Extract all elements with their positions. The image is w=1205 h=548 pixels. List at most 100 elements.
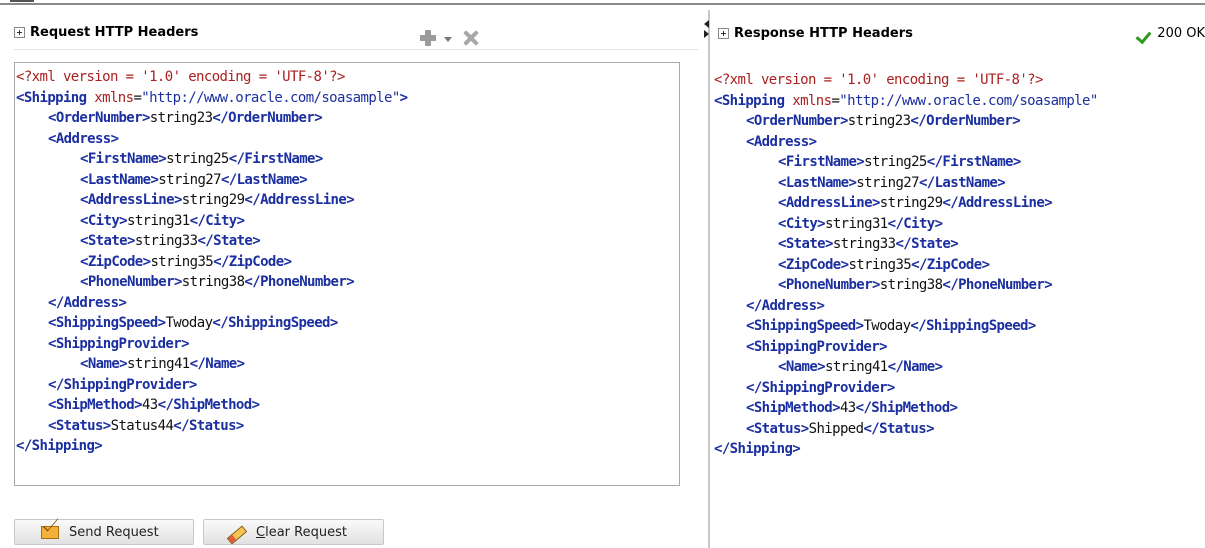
xml-token-tag: </LastName> (918, 174, 1006, 191)
xml-token-tag: <Status> (48, 417, 111, 434)
xml-token-tag: <ShippingProvider> (48, 335, 190, 352)
xml-line: <LastName>string27</LastName> (714, 173, 1205, 194)
request-header-bar[interactable]: Request HTTP Headers (14, 16, 698, 50)
xml-line: <LastName>string27</LastName> (16, 170, 679, 191)
xml-token-tag: </OrderNumber> (212, 110, 323, 126)
xml-token-text: Twoday (165, 315, 213, 331)
xml-token-tag: </State> (895, 236, 959, 252)
xml-line: <Status>Shipped</Status> (714, 419, 1205, 440)
xml-line: <City>string31</City> (16, 211, 679, 232)
check-icon (1137, 27, 1153, 41)
xml-token-val: "http://www.oracle.com/soasample" (141, 89, 400, 106)
xml-token-text: string25 (166, 151, 229, 167)
xml-line: <ShippingSpeed>Twoday</ShippingSpeed> (16, 313, 679, 334)
xml-token-tag: </ShippingSpeed> (212, 315, 338, 331)
xml-token-tag: </Name> (887, 359, 943, 375)
clear-request-button[interactable]: Clear Request (203, 519, 384, 545)
xml-line: <ShipMethod>43</ShipMethod> (16, 395, 679, 416)
xml-token-tag: <LastName> (80, 171, 159, 188)
response-header-title[interactable]: Response HTTP Headers (734, 26, 913, 41)
xml-token-tag: </Shipping> (714, 441, 801, 457)
xml-token-tag: <ShippingSpeed> (746, 318, 864, 334)
xml-token-tag: </PhoneNumber> (942, 277, 1053, 293)
xml-line: <ZipCode>string35</ZipCode> (16, 252, 679, 273)
close-icon[interactable] (462, 29, 480, 47)
response-header-bar[interactable]: Response HTTP Headers 200 OK (718, 16, 1205, 50)
request-xml-editor[interactable]: <?xml version = '1.0' encoding = 'UTF-8'… (14, 62, 680, 486)
xml-token-text: string27 (856, 174, 919, 191)
xml-token-tag: </ZipCode> (911, 256, 990, 273)
xml-token-text: string41 (824, 359, 888, 375)
xml-token-tag: </OrderNumber> (910, 113, 1021, 129)
xml-line: </Address> (714, 296, 1205, 317)
expand-icon[interactable] (718, 27, 729, 39)
request-button-row: Send Request Clear Request (14, 519, 384, 545)
send-request-button[interactable]: Send Request (14, 519, 194, 545)
xml-line: <AddressLine>string29</AddressLine> (714, 193, 1205, 214)
xml-token-text: string23 (149, 110, 213, 126)
response-status: 200 OK (1137, 26, 1205, 41)
xml-token-text: string38 (879, 277, 943, 293)
xml-token-tag: </City> (189, 212, 245, 229)
xml-token-tag: </ShippingSpeed> (910, 318, 1036, 334)
xml-line: </ShippingProvider> (16, 375, 679, 396)
xml-line: <State>string33</State> (16, 231, 679, 252)
request-header-title[interactable]: Request HTTP Headers (30, 25, 198, 40)
plus-icon[interactable] (418, 28, 438, 48)
xml-token-tag: </Address> (746, 297, 825, 314)
xml-token-tag: <FirstName> (80, 151, 167, 167)
xml-line: <State>string33</State> (714, 234, 1205, 255)
xml-line: <FirstName>string25</FirstName> (16, 149, 679, 170)
xml-token-tag: <AddressLine> (778, 195, 880, 211)
xml-token-tag: <City> (778, 215, 826, 232)
xml-token-text: string27 (158, 171, 221, 188)
xml-token-tag: </ShipMethod> (157, 397, 260, 413)
response-xml-viewer[interactable]: <?xml version = '1.0' encoding = 'UTF-8'… (714, 70, 1205, 480)
xml-token-tag: </FirstName> (926, 154, 1022, 170)
xml-line: <PhoneNumber>string38</PhoneNumber> (714, 275, 1205, 296)
clear-request-label: Clear Request (256, 524, 347, 540)
xml-token-tag: <Shipping (16, 89, 87, 106)
xml-line: <Status>Status44</Status> (16, 416, 679, 437)
xml-token-text: string38 (181, 274, 245, 290)
xml-line: </Shipping> (16, 436, 679, 457)
xml-token-tag: <Name> (778, 359, 826, 375)
xml-token-prolog: <?xml version = '1.0' encoding = 'UTF-8'… (16, 69, 345, 85)
xml-line: <ZipCode>string35</ZipCode> (714, 255, 1205, 276)
send-request-label: Send Request (69, 524, 159, 540)
xml-line: <FirstName>string25</FirstName> (714, 152, 1205, 173)
xml-token-tag: <Address> (48, 130, 119, 147)
response-panel: Response HTTP Headers 200 OK <?xml versi… (712, 6, 1205, 548)
xml-token-tag: <City> (80, 212, 128, 229)
xml-token-tag: </AddressLine> (942, 195, 1053, 211)
xml-token-prolog: <?xml version = '1.0' encoding = 'UTF-8'… (714, 72, 1043, 88)
xml-token-tag: </City> (887, 215, 943, 232)
xml-token-text: 43 (141, 397, 158, 413)
xml-token-tag: <OrderNumber> (746, 113, 848, 129)
xml-token-text: string25 (864, 154, 927, 170)
chevron-down-icon[interactable] (444, 36, 452, 42)
xml-token-tag: <ShipMethod> (48, 397, 143, 413)
xml-token-tag: </PhoneNumber> (244, 274, 355, 290)
xml-token-text: string41 (126, 356, 190, 372)
xml-token-text: Twoday (863, 318, 911, 334)
envelope-icon (41, 525, 59, 539)
xml-token-tag: <ShippingSpeed> (48, 315, 166, 331)
xml-token-tag: > (399, 89, 408, 106)
xml-token-tag: <ZipCode> (778, 256, 849, 273)
xml-line: <Address> (714, 132, 1205, 153)
xml-token-tag: <Status> (746, 420, 809, 437)
xml-token-tag: <ZipCode> (80, 253, 151, 270)
expand-icon[interactable] (14, 27, 25, 38)
xml-token-attr: xmlns (784, 92, 832, 109)
xml-line: </Address> (16, 293, 679, 314)
splitter-arrows-icon[interactable] (704, 16, 710, 38)
xml-token-tag: <LastName> (778, 174, 857, 191)
xml-token-tag: </Name> (189, 356, 245, 372)
splitter[interactable] (704, 10, 710, 548)
xml-token-tag: </AddressLine> (244, 192, 355, 208)
xml-token-text: string31 (824, 215, 888, 232)
xml-token-text: string29 (879, 195, 943, 211)
xml-token-tag: <ShippingProvider> (746, 338, 888, 355)
xml-token-text: string33 (134, 233, 198, 249)
